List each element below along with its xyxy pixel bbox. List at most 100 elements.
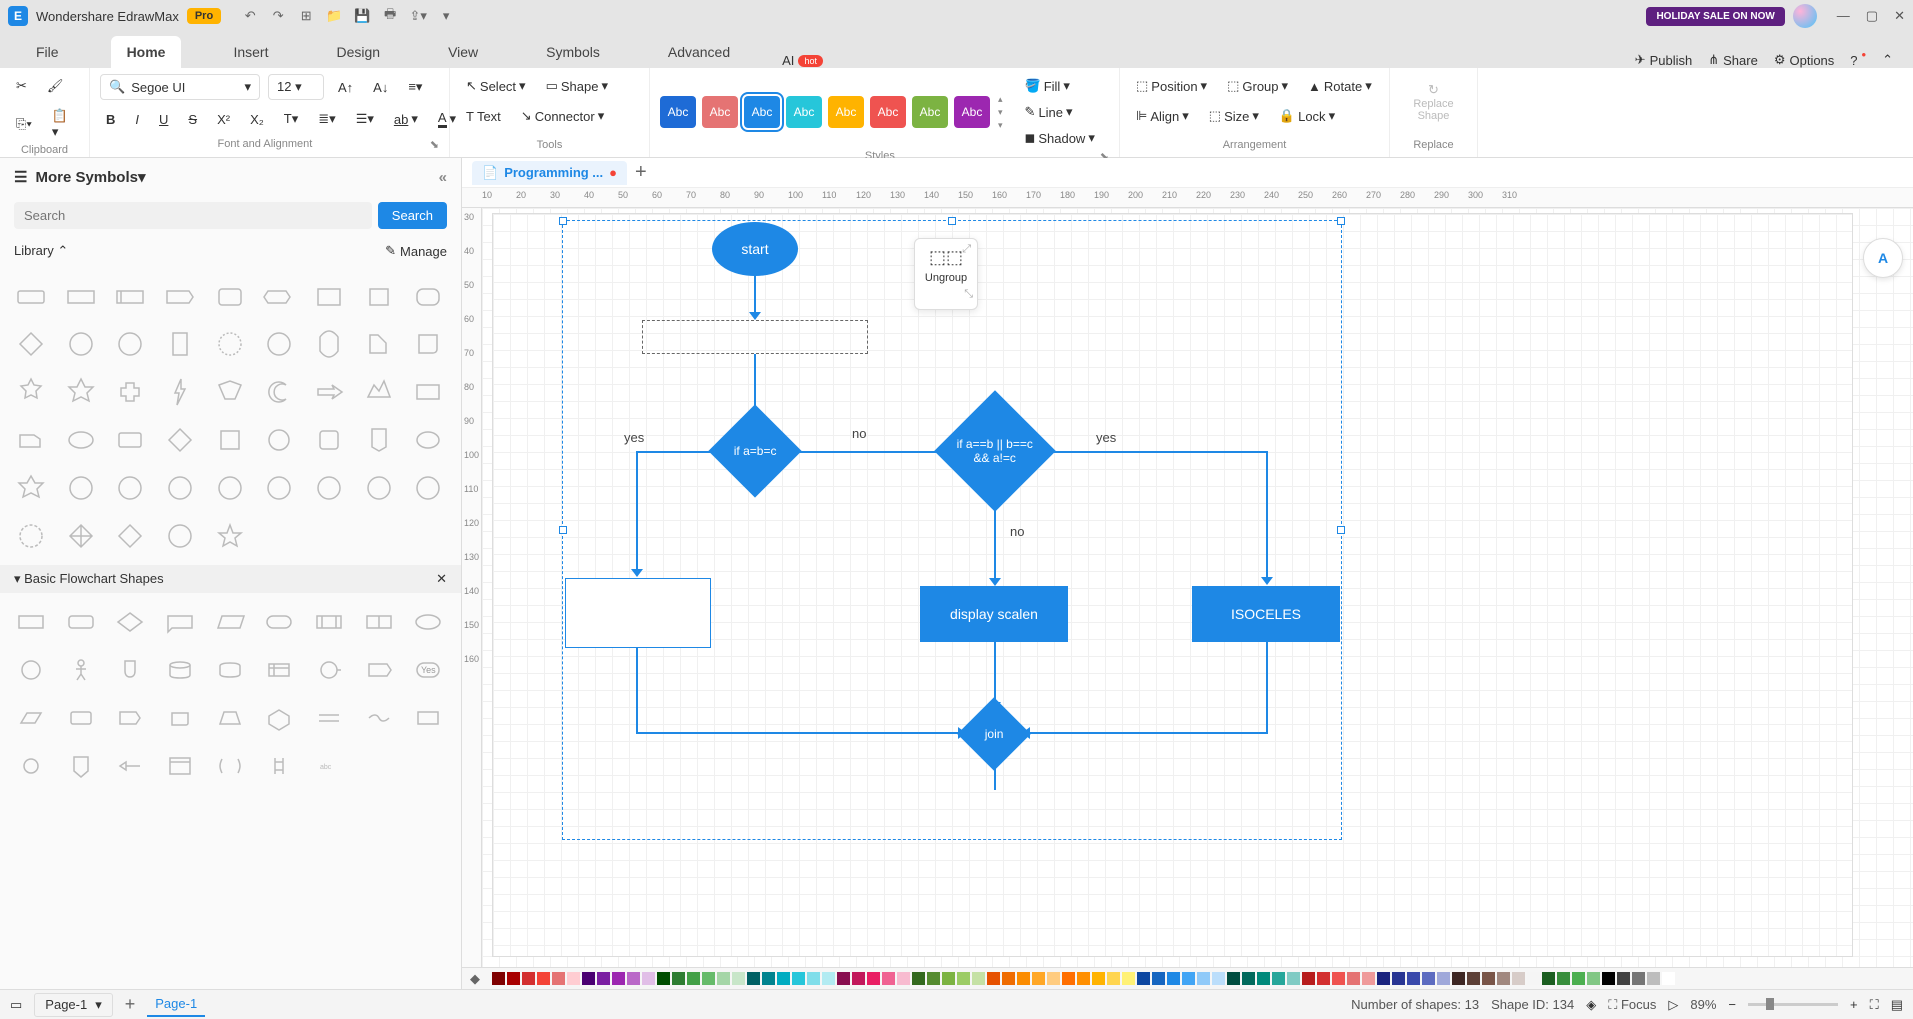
- panel-toggle-icon[interactable]: ▤: [1891, 997, 1903, 1013]
- color-swatch[interactable]: [507, 972, 520, 985]
- flowchart-stencil[interactable]: [10, 745, 52, 787]
- new-icon[interactable]: ⊞: [297, 7, 315, 25]
- user-avatar[interactable]: [1793, 4, 1817, 28]
- color-swatch[interactable]: [867, 972, 880, 985]
- color-swatch[interactable]: [1212, 972, 1225, 985]
- shape-stencil[interactable]: [109, 467, 151, 509]
- case-button[interactable]: T▾: [278, 107, 304, 131]
- qat-more-icon[interactable]: ▾: [437, 7, 455, 25]
- shape-stencil[interactable]: [209, 371, 251, 413]
- shape-stencil[interactable]: [308, 275, 350, 317]
- zoom-slider[interactable]: [1748, 1003, 1838, 1006]
- holiday-banner[interactable]: HOLIDAY SALE ON NOW: [1646, 7, 1784, 26]
- help-icon[interactable]: ? •: [1850, 53, 1866, 68]
- color-swatch[interactable]: [1632, 972, 1645, 985]
- format-painter-icon[interactable]: 🖌: [41, 74, 70, 98]
- font-shrink-icon[interactable]: A↓: [367, 76, 394, 99]
- tab-design[interactable]: Design: [320, 36, 396, 68]
- manage-library-button[interactable]: ✎ Manage: [385, 243, 447, 259]
- shape-stencil[interactable]: [60, 323, 102, 365]
- flowchart-stencil[interactable]: [10, 697, 52, 739]
- select-tool[interactable]: ↖ Select ▾: [460, 74, 532, 98]
- color-swatch[interactable]: [1362, 972, 1375, 985]
- color-swatch[interactable]: [1167, 972, 1180, 985]
- text-tool[interactable]: T Text: [460, 105, 507, 128]
- flowchart-stencil[interactable]: [159, 649, 201, 691]
- color-swatch[interactable]: [1602, 972, 1615, 985]
- rotate-dropdown[interactable]: ▲ Rotate ▾: [1302, 74, 1378, 98]
- color-swatch[interactable]: [1587, 972, 1600, 985]
- color-swatch[interactable]: [1272, 972, 1285, 985]
- ai-label[interactable]: AI: [782, 53, 794, 68]
- color-swatch[interactable]: [1512, 972, 1525, 985]
- color-swatch[interactable]: [627, 972, 640, 985]
- color-swatch[interactable]: [522, 972, 535, 985]
- flowchart-stencil[interactable]: [60, 649, 102, 691]
- color-swatch[interactable]: [642, 972, 655, 985]
- color-swatch[interactable]: [927, 972, 940, 985]
- present-icon[interactable]: ▷: [1668, 997, 1678, 1013]
- styles-down[interactable]: ▾: [998, 107, 1003, 118]
- color-swatch[interactable]: [702, 972, 715, 985]
- italic-button[interactable]: I: [129, 108, 145, 131]
- color-swatch[interactable]: [942, 972, 955, 985]
- color-swatch[interactable]: [882, 972, 895, 985]
- shape-tool[interactable]: ▭ Shape ▾: [540, 74, 614, 98]
- shape-stencil[interactable]: [258, 275, 300, 317]
- add-page-button[interactable]: +: [125, 994, 136, 1015]
- shape-stencil[interactable]: [358, 323, 400, 365]
- color-swatch[interactable]: [1062, 972, 1075, 985]
- color-swatch[interactable]: [1392, 972, 1405, 985]
- flowchart-stencil[interactable]: [159, 601, 201, 643]
- ungroup-label[interactable]: Ungroup: [925, 272, 967, 284]
- bold-button[interactable]: B: [100, 108, 121, 131]
- shape-stencil[interactable]: [109, 275, 151, 317]
- color-swatch[interactable]: [1347, 972, 1360, 985]
- eyedropper-icon[interactable]: ◆: [470, 971, 486, 987]
- style-swatch-6[interactable]: Abc: [912, 96, 948, 128]
- lock-dropdown[interactable]: 🔒 Lock ▾: [1273, 104, 1341, 128]
- shape-stencil[interactable]: [308, 371, 350, 413]
- close-section-icon[interactable]: ✕: [436, 571, 447, 587]
- expand-tool-icon[interactable]: ⤢: [962, 243, 971, 256]
- tab-advanced[interactable]: Advanced: [652, 36, 746, 68]
- cut-icon[interactable]: ✂: [10, 74, 33, 98]
- page-tab-1[interactable]: Page-1: [147, 992, 205, 1017]
- shape-stencil[interactable]: [209, 275, 251, 317]
- color-swatch[interactable]: [552, 972, 565, 985]
- shape-stencil[interactable]: [159, 371, 201, 413]
- color-swatch[interactable]: [1242, 972, 1255, 985]
- line-spacing-button[interactable]: ≣▾: [312, 107, 341, 131]
- color-swatch[interactable]: [1182, 972, 1195, 985]
- shape-stencil[interactable]: [10, 515, 52, 557]
- symbol-search-input[interactable]: [14, 202, 372, 229]
- color-swatch[interactable]: [1017, 972, 1030, 985]
- color-swatch[interactable]: [822, 972, 835, 985]
- shape-stencil[interactable]: [159, 419, 201, 461]
- color-swatch[interactable]: [1377, 972, 1390, 985]
- flowchart-stencil[interactable]: [209, 697, 251, 739]
- flowchart-section-toggle[interactable]: ▾ Basic Flowchart Shapes: [14, 571, 164, 587]
- align-dropdown[interactable]: ≡▾: [402, 75, 428, 99]
- shape-stencil[interactable]: [209, 323, 251, 365]
- color-swatch[interactable]: [1467, 972, 1480, 985]
- color-swatch[interactable]: [492, 972, 505, 985]
- color-swatch[interactable]: [612, 972, 625, 985]
- superscript-button[interactable]: X²: [211, 108, 236, 131]
- color-swatch[interactable]: [747, 972, 760, 985]
- flowchart-stencil[interactable]: [209, 649, 251, 691]
- shape-stencil[interactable]: [10, 371, 52, 413]
- maximize-icon[interactable]: ▢: [1866, 8, 1878, 24]
- flowchart-stencil[interactable]: Yes: [407, 649, 449, 691]
- shape-stencil[interactable]: [258, 371, 300, 413]
- zoom-out-button[interactable]: −: [1728, 997, 1736, 1012]
- ai-floating-button[interactable]: A: [1863, 238, 1903, 278]
- styles-up[interactable]: ▴: [998, 94, 1003, 105]
- shape-stencil[interactable]: [10, 467, 52, 509]
- empty-process[interactable]: [642, 320, 868, 354]
- font-size-select[interactable]: 12 ▾: [268, 74, 324, 100]
- color-swatch[interactable]: [1287, 972, 1300, 985]
- shape-stencil[interactable]: [209, 419, 251, 461]
- font-dialog-launcher[interactable]: ⬊: [430, 138, 439, 151]
- color-swatch[interactable]: [957, 972, 970, 985]
